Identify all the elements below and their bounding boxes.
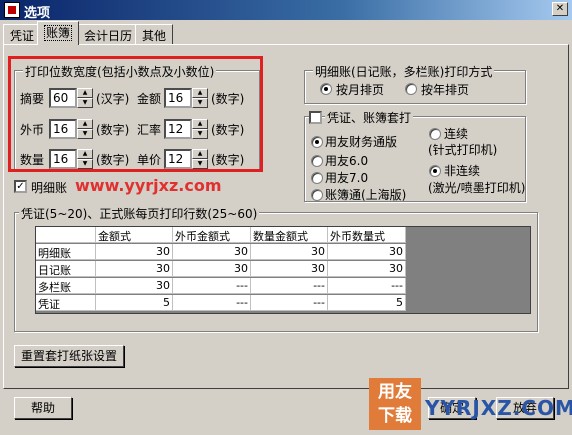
table-row-label: 凭证 — [36, 295, 96, 311]
table-cell[interactable]: 5 — [96, 295, 173, 311]
price-label: 单价 — [137, 153, 162, 167]
table-header-cell: 外币金额式 — [173, 227, 251, 243]
amount-width-input[interactable]: 16 — [164, 88, 192, 108]
rate-unit: (数字) — [211, 123, 245, 137]
table-cell[interactable]: --- — [251, 295, 328, 311]
table-cell[interactable]: 30 — [96, 244, 173, 260]
by-year-label: 按年排页 — [421, 83, 470, 97]
rows-per-page-table: 金额式 外币金额式 数量金额式 外币数量式 明细账 30 30 30 30 日记… — [35, 226, 531, 314]
summary-spinner[interactable]: ▲ ▼ — [77, 88, 93, 108]
by-month-label: 按月排页 — [336, 83, 385, 97]
currency-label: 外币 — [20, 123, 45, 137]
table-cell[interactable]: 5 — [328, 295, 406, 311]
non-continuous-note: (激光/喷墨打印机) — [428, 181, 526, 195]
rows-per-page-title: 凭证(5~20)、正式账每页打印行数(25~60) — [19, 205, 260, 222]
table-cell[interactable]: --- — [173, 278, 251, 294]
option-shanghai-radio[interactable] — [311, 189, 323, 201]
option-v6-label: 用友6.0 — [325, 154, 369, 168]
voucher-print-checkbox[interactable] — [309, 111, 322, 124]
table-cell[interactable]: --- — [328, 278, 406, 294]
option-shanghai-label: 账簿通(上海版) — [325, 188, 407, 202]
title-bar: 选项 ✕ — [0, 0, 572, 21]
watermark: www.yyrjxz.com — [75, 176, 222, 195]
option-v7-label: 用友7.0 — [325, 171, 369, 185]
table-cell[interactable]: 30 — [328, 261, 406, 277]
table-cell[interactable]: 30 — [173, 244, 251, 260]
option-v6-radio[interactable] — [311, 155, 323, 167]
currency-unit: (数字) — [96, 123, 130, 137]
tab-ledger[interactable]: 账簿 — [37, 21, 80, 45]
price-width-input[interactable]: 12 — [164, 149, 192, 169]
table-row-label: 日记账 — [36, 261, 96, 277]
voucher-print-title: 凭证、账簿套打 — [325, 109, 414, 126]
table-cell[interactable]: 30 — [251, 244, 328, 260]
by-year-radio[interactable] — [405, 83, 417, 95]
price-unit: (数字) — [211, 153, 245, 167]
table-cell[interactable]: 30 — [96, 261, 173, 277]
table-cell[interactable]: 30 — [96, 278, 173, 294]
currency-width-input[interactable]: 16 — [49, 119, 77, 139]
table-cell[interactable]: 30 — [173, 261, 251, 277]
currency-spinner[interactable]: ▲ ▼ — [77, 119, 93, 139]
quantity-width-input[interactable]: 16 — [49, 149, 77, 169]
close-button[interactable]: ✕ — [552, 2, 568, 16]
summary-label: 摘要 — [20, 92, 45, 106]
table-cell[interactable]: 30 — [328, 244, 406, 260]
non-continuous-radio[interactable] — [429, 165, 441, 177]
option-finance-radio[interactable] — [311, 136, 323, 148]
continuous-label: 连续 — [444, 127, 469, 141]
tab-calendar[interactable]: 会计日历 — [77, 24, 140, 44]
tab-other[interactable]: 其他 — [135, 24, 174, 44]
summary-width-input[interactable]: 60 — [49, 88, 77, 108]
quantity-label: 数量 — [20, 153, 45, 167]
table-header-cell: 数量金额式 — [251, 227, 328, 243]
table-header-cell: 外币数量式 — [328, 227, 406, 243]
table-header-cell: 金额式 — [96, 227, 173, 243]
option-finance-label: 用友财务通版 — [325, 135, 398, 149]
amount-spinner[interactable]: ▲ ▼ — [192, 88, 208, 108]
rate-spinner[interactable]: ▲ ▼ — [192, 119, 208, 139]
price-spinner[interactable]: ▲ ▼ — [192, 149, 208, 169]
quantity-spinner[interactable]: ▲ ▼ — [77, 149, 93, 169]
help-button[interactable]: 帮助 — [14, 397, 72, 419]
by-month-radio[interactable] — [320, 83, 332, 95]
reset-print-paper-button[interactable]: 重置套打纸张设置 — [14, 345, 124, 367]
table-cell[interactable]: 30 — [251, 261, 328, 277]
footer-url: YYRJXZ.COM — [425, 396, 572, 420]
tab-voucher[interactable]: 凭证 — [3, 24, 42, 44]
window-title: 选项 — [24, 6, 51, 21]
table-cell[interactable]: --- — [251, 278, 328, 294]
continuous-radio[interactable] — [429, 128, 441, 140]
non-continuous-label: 非连续 — [444, 164, 481, 178]
table-row-label: 多栏账 — [36, 278, 96, 294]
table-row-label: 明细账 — [36, 244, 96, 260]
rate-width-input[interactable]: 12 — [164, 119, 192, 139]
app-icon — [4, 2, 20, 18]
table-cell[interactable]: --- — [173, 295, 251, 311]
rate-label: 汇率 — [137, 123, 162, 137]
table-header-cell — [36, 227, 96, 243]
detail-ledger-label: 明细账 — [31, 181, 68, 195]
summary-unit: (汉字) — [96, 92, 130, 106]
amount-unit: (数字) — [211, 92, 245, 106]
detail-ledger-checkbox[interactable]: ✓ — [14, 180, 27, 193]
amount-label: 金额 — [137, 92, 162, 106]
download-logo: 用友 下载 — [369, 378, 421, 430]
quantity-unit: (数字) — [96, 153, 130, 167]
option-v7-radio[interactable] — [311, 172, 323, 184]
continuous-note: (针式打印机) — [428, 143, 498, 157]
ledger-print-title: 明细账(日记账，多栏账)打印方式 — [313, 63, 495, 80]
